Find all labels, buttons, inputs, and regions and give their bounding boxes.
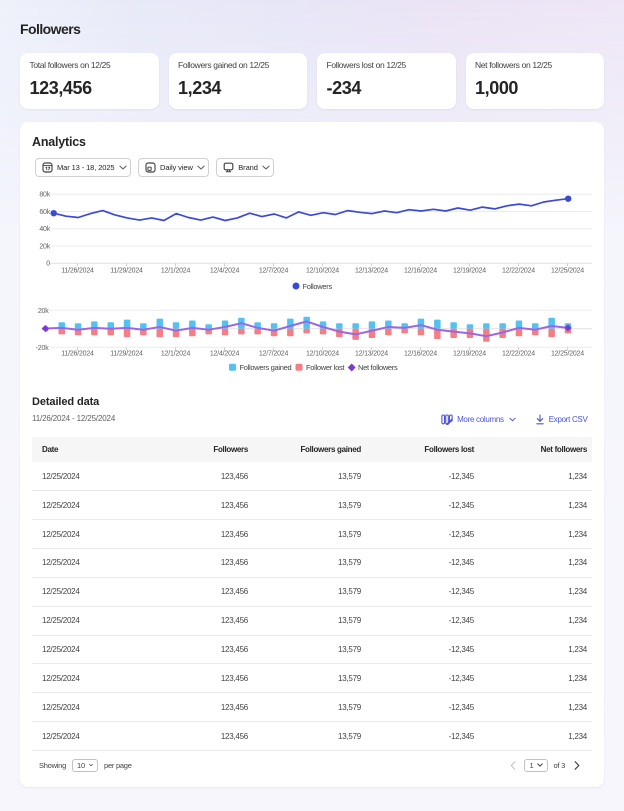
svg-text:12/10/2024: 12/10/2024 — [306, 268, 339, 275]
svg-text:-20k: -20k — [36, 345, 50, 352]
svg-text:11/29/2024: 11/29/2024 — [110, 268, 143, 275]
svg-text:12/4/2024: 12/4/2024 — [210, 268, 240, 275]
svg-text:12/16/2024: 12/16/2024 — [404, 268, 437, 275]
svg-text:12/1/2024: 12/1/2024 — [161, 351, 191, 358]
svg-text:20k: 20k — [38, 308, 49, 315]
svg-text:12/22/2024: 12/22/2024 — [502, 268, 535, 275]
svg-text:Follower lost: Follower lost — [306, 363, 345, 372]
svg-text:Followers: Followers — [303, 282, 333, 291]
svg-text:0: 0 — [46, 261, 50, 268]
svg-text:12/1/2024: 12/1/2024 — [161, 268, 191, 275]
svg-text:12/25/2024: 12/25/2024 — [551, 351, 584, 358]
svg-text:12/4/2024: 12/4/2024 — [210, 351, 240, 358]
svg-text:12/7/2024: 12/7/2024 — [259, 351, 289, 358]
svg-text:40k: 40k — [39, 226, 50, 233]
svg-text:Followers gained: Followers gained — [240, 363, 292, 372]
svg-text:12/25/2024: 12/25/2024 — [551, 268, 584, 275]
svg-text:12/13/2024: 12/13/2024 — [355, 351, 388, 358]
svg-text:60k: 60k — [39, 209, 50, 216]
svg-text:80k: 80k — [39, 192, 50, 199]
svg-text:20k: 20k — [39, 243, 50, 250]
svg-text:11/29/2024: 11/29/2024 — [110, 351, 143, 358]
svg-text:Net followers: Net followers — [358, 363, 398, 372]
svg-text:11/26/2024: 11/26/2024 — [61, 268, 94, 275]
svg-text:12/10/2024: 12/10/2024 — [306, 351, 339, 358]
svg-text:12/16/2024: 12/16/2024 — [404, 351, 437, 358]
svg-text:12/19/2024: 12/19/2024 — [453, 351, 486, 358]
svg-text:12/13/2024: 12/13/2024 — [355, 268, 388, 275]
svg-text:12/19/2024: 12/19/2024 — [453, 268, 486, 275]
svg-text:12/7/2024: 12/7/2024 — [259, 268, 289, 275]
svg-text:12/22/2024: 12/22/2024 — [502, 351, 535, 358]
svg-text:11/26/2024: 11/26/2024 — [61, 351, 94, 358]
